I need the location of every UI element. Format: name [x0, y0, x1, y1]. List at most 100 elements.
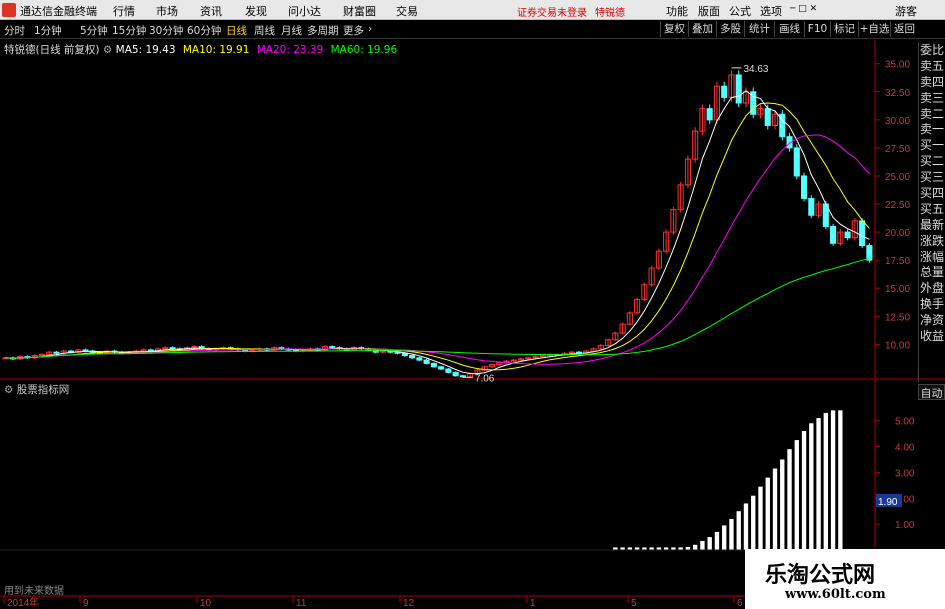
- ma5-line: [5, 90, 870, 375]
- candle-body: [445, 368, 452, 373]
- high-annotation-label: 34.63: [743, 64, 768, 75]
- indicator-bar: [714, 531, 720, 550]
- indicator-bar: [707, 537, 712, 550]
- btn-fuquan[interactable]: 复权: [660, 21, 688, 37]
- side-zhangdie[interactable]: 涨跌: [919, 233, 945, 249]
- btn-huaxian[interactable]: 画线: [774, 21, 804, 37]
- indicator-bar: [736, 511, 741, 550]
- candle-body: [808, 197, 815, 216]
- period-15min[interactable]: 15分钟: [112, 23, 146, 38]
- btn-f10[interactable]: F10: [804, 21, 830, 37]
- indicator-bar: [758, 486, 763, 550]
- window-controls-icon[interactable]: ─ □ ✕: [790, 4, 817, 14]
- ma60-line: [5, 258, 870, 359]
- app-title: 通达信金融终端: [20, 5, 97, 18]
- x-tick-label: 11: [296, 598, 307, 609]
- period-60min[interactable]: 60分钟: [187, 23, 221, 38]
- indicator-bar: [772, 468, 778, 550]
- watermark-url: www.60lt.com: [785, 587, 886, 602]
- y-tick-label: 32.50: [885, 88, 910, 99]
- btn-tongji[interactable]: 统计: [744, 21, 774, 37]
- candle-body: [706, 108, 713, 121]
- btn-diejia[interactable]: 叠加: [688, 21, 716, 37]
- menu-wenxiaoda[interactable]: 问小达: [288, 3, 321, 19]
- menu-banmian[interactable]: 版面: [698, 3, 720, 19]
- ma10-label: MA10: 19.91: [182, 44, 250, 56]
- period-30min[interactable]: 30分钟: [149, 23, 183, 38]
- side-waipan[interactable]: 外盘: [919, 280, 945, 296]
- side-buy4[interactable]: 买四: [919, 185, 945, 201]
- side-weibi[interactable]: 委比: [919, 42, 945, 58]
- chevron-right-icon[interactable]: ›: [368, 23, 372, 35]
- period-1min[interactable]: 1分钟: [34, 23, 62, 38]
- ma10-line: [5, 102, 870, 371]
- side-zongliang[interactable]: 总量: [919, 264, 945, 280]
- candle-body: [801, 175, 808, 199]
- side-buy2[interactable]: 买二: [919, 153, 945, 169]
- gear-icon[interactable]: ⚙: [4, 384, 13, 396]
- candle-body: [423, 359, 430, 364]
- menu-shichang[interactable]: 市场: [156, 3, 178, 19]
- side-buy5[interactable]: 买五: [919, 201, 945, 217]
- btn-fanhui[interactable]: 返回: [890, 21, 918, 37]
- indicator-bar: [765, 477, 770, 550]
- y-tick-label: 22.50: [885, 200, 910, 211]
- menu-zixun[interactable]: 资讯: [200, 3, 222, 19]
- menu-hangqing[interactable]: 行情: [113, 3, 135, 19]
- watermark-title: 乐淘公式网: [765, 562, 876, 588]
- period-weekly[interactable]: 周线: [254, 23, 275, 38]
- login-warning[interactable]: 证券交易未登录: [517, 4, 587, 19]
- btn-duogu[interactable]: 多股: [716, 21, 744, 37]
- indicator-bar: [816, 418, 821, 550]
- side-buy3[interactable]: 买三: [919, 169, 945, 185]
- guest-label[interactable]: 游客: [895, 3, 917, 19]
- side-mai5[interactable]: 卖五: [919, 58, 945, 74]
- gear-icon[interactable]: ⚙: [103, 44, 112, 56]
- period-daily[interactable]: 日线: [226, 23, 247, 38]
- indicator-bar: [751, 495, 756, 550]
- kline-chart-area[interactable]: 10.0012.5015.0017.5020.0022.5025.0027.50…: [0, 40, 945, 609]
- y-tick-label: 17.50: [885, 256, 910, 267]
- candle-body: [830, 225, 837, 244]
- period-monthly[interactable]: 月线: [281, 23, 302, 38]
- indicator-bar: [823, 412, 828, 550]
- side-buy1[interactable]: 买一: [919, 137, 945, 153]
- ma60-label: MA60: 19.96: [330, 44, 398, 56]
- candle-body: [329, 346, 336, 349]
- menu-gongshi[interactable]: 公式: [729, 3, 751, 19]
- side-mai1[interactable]: 卖一: [919, 121, 945, 137]
- candle-body: [430, 362, 437, 368]
- side-zhangfu[interactable]: 涨幅: [919, 249, 945, 265]
- watermark: 乐淘公式网 www.60lt.com: [745, 549, 945, 609]
- side-shouyi[interactable]: 收益: [919, 328, 945, 344]
- period-fenshi[interactable]: 分时: [4, 23, 25, 38]
- auto-scale-button[interactable]: 自动: [918, 384, 945, 400]
- menu-jiaoyi[interactable]: 交易: [396, 3, 418, 19]
- side-zuixin[interactable]: 最新: [919, 217, 945, 233]
- menu-caifuquan[interactable]: 财富圈: [343, 3, 376, 19]
- btn-biaoji[interactable]: 标记: [830, 21, 858, 37]
- btn-zixuan[interactable]: +自选: [858, 21, 890, 37]
- period-multi[interactable]: 多周期: [307, 23, 339, 38]
- indicator-header: ⚙ 股票指标网: [4, 382, 69, 397]
- side-huanshou[interactable]: 换手: [919, 296, 945, 312]
- period-more[interactable]: 更多: [343, 23, 364, 38]
- y-tick-label: 27.50: [885, 144, 910, 155]
- future-data-label: 用到未来数据: [4, 586, 64, 597]
- period-toolbar: 分时 1分钟 5分钟 15分钟 30分钟 60分钟 日线 周线 月线 多周期 更…: [0, 20, 945, 39]
- x-tick-label: 1: [530, 598, 536, 609]
- menu-faxian[interactable]: 发现: [245, 3, 267, 19]
- side-mai2[interactable]: 卖二: [919, 106, 945, 122]
- candle-body: [452, 371, 459, 377]
- menu-gongneng[interactable]: 功能: [666, 3, 688, 19]
- y-tick-label: 20.00: [885, 228, 910, 239]
- side-mai3[interactable]: 卖三: [919, 90, 945, 106]
- candle-body: [866, 245, 873, 261]
- side-jingzi[interactable]: 净资: [919, 312, 945, 328]
- side-mai4[interactable]: 卖四: [919, 74, 945, 90]
- menu-xuanxiang[interactable]: 选项: [760, 3, 782, 19]
- indicator-bar: [794, 440, 799, 550]
- indicator-bar: [838, 410, 843, 550]
- y-tick-label: 35.00: [885, 60, 910, 71]
- period-5min[interactable]: 5分钟: [80, 23, 108, 38]
